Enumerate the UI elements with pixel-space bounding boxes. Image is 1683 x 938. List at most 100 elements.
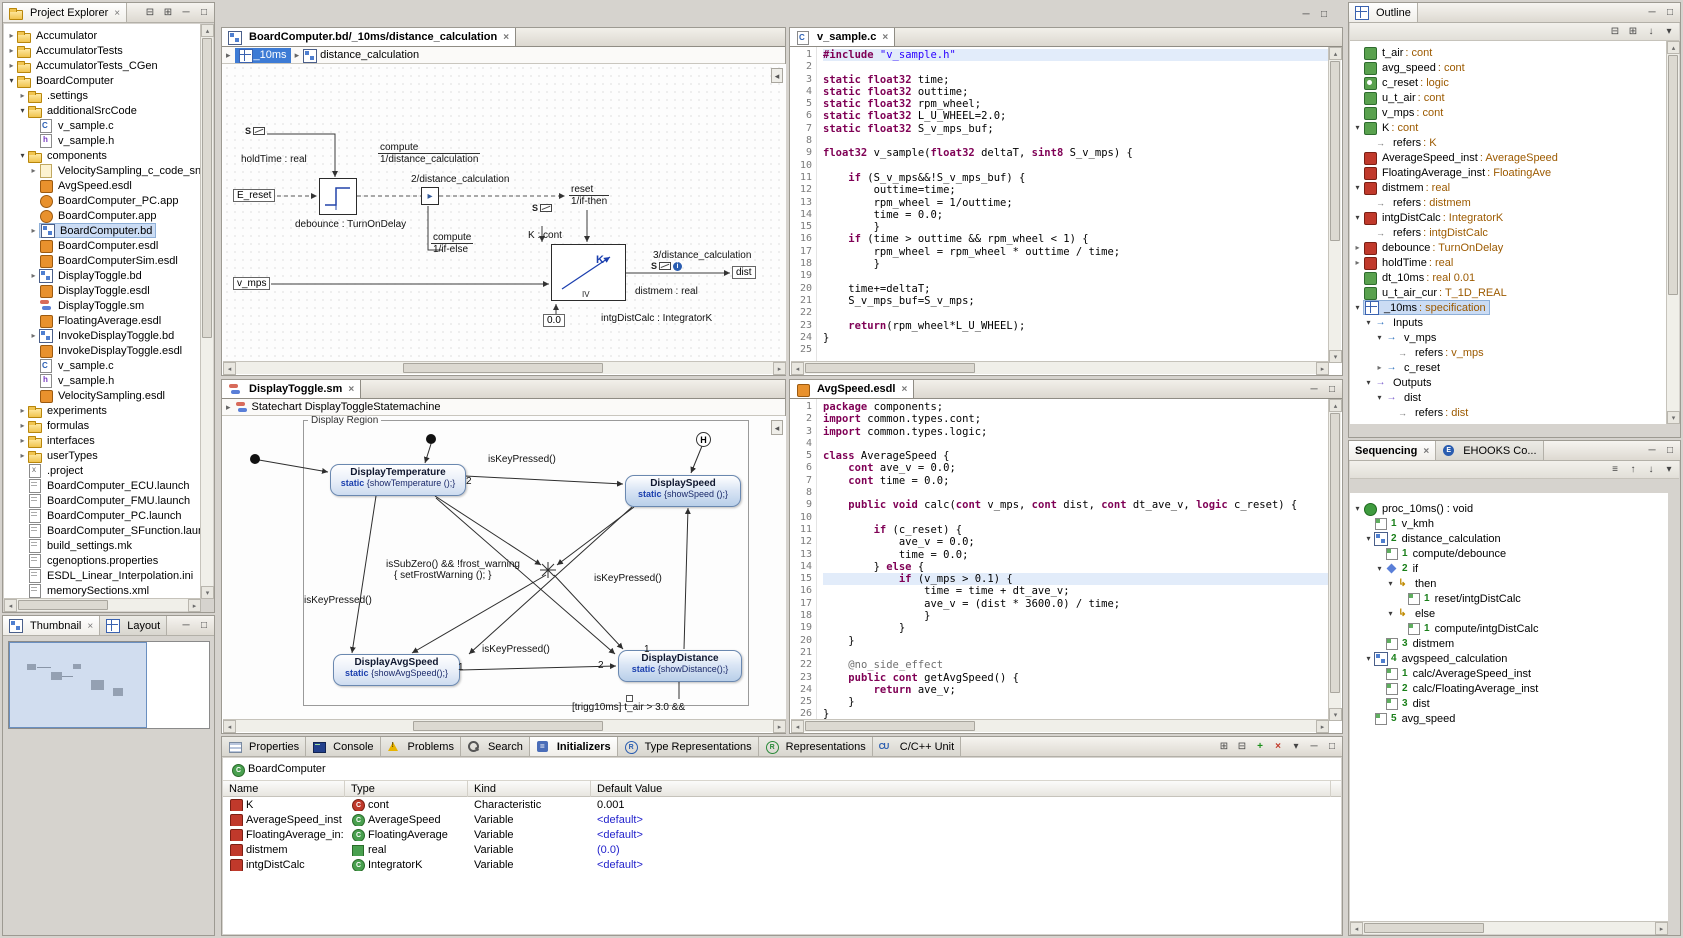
tab-console[interactable]: Console — [306, 737, 380, 756]
collapsed-arrow-icon[interactable]: ▸ — [28, 271, 39, 280]
scroll-up-icon[interactable] — [201, 24, 214, 37]
transition-label[interactable]: isKeyPressed() — [594, 573, 662, 584]
expanded-arrow-icon[interactable]: ▾ — [17, 151, 28, 160]
tree-item[interactable]: AverageSpeed_inst : AverageSpeed — [1350, 150, 1668, 165]
expanded-arrow-icon[interactable]: ▾ — [1385, 609, 1396, 618]
transition-label[interactable]: isKeyPressed() — [488, 454, 556, 465]
selection-handle[interactable] — [626, 695, 633, 702]
tree-item[interactable]: ▾4avgspeed_calculation — [1350, 651, 1668, 666]
tree-item[interactable]: DisplayToggle.esdl — [4, 283, 201, 298]
project-explorer-tree[interactable]: ▸Accumulator▸AccumulatorTests▸Accumulato… — [4, 24, 201, 599]
tab-thumbnail[interactable]: Thumbnail — [3, 616, 100, 635]
thumbnail-viewport[interactable] — [9, 642, 147, 728]
tab-avgspeed-esdl[interactable]: AvgSpeed.esdl — [790, 380, 914, 398]
tree-item[interactable]: ▸InvokeDisplayToggle.bd — [4, 328, 201, 343]
thumbnail-preview[interactable] — [8, 641, 210, 729]
minimize-icon[interactable] — [178, 5, 194, 20]
tree-item[interactable]: FloatingAverage.esdl — [4, 313, 201, 328]
scroll-right-icon[interactable] — [1316, 720, 1329, 733]
expanded-arrow-icon[interactable]: ▾ — [1385, 579, 1396, 588]
tree-item[interactable]: ▾dist — [1350, 390, 1668, 405]
collapse-all-icon[interactable] — [142, 5, 158, 20]
tab-ehooks[interactable]: EHOOKS Co... — [1436, 441, 1543, 460]
tree-item[interactable]: cgenoptions.properties — [4, 553, 201, 568]
tree-item[interactable]: 1compute/intgDistCalc — [1350, 621, 1668, 636]
tree-item[interactable]: ▸userTypes — [4, 448, 201, 463]
esdl-hscrollbar[interactable] — [791, 719, 1329, 732]
outline-vscrollbar[interactable] — [1666, 41, 1679, 424]
breadcrumb-toggle-icon[interactable] — [226, 401, 231, 413]
maximize-icon[interactable] — [196, 5, 212, 20]
tree-item[interactable]: refers : intgDistCalc — [1350, 225, 1668, 240]
tree-item[interactable]: DisplayToggle.sm — [4, 298, 201, 313]
tree-item[interactable]: avg_speed : cont — [1350, 60, 1668, 75]
diagram-hscrollbar[interactable] — [223, 361, 786, 374]
tab-display-toggle-sm[interactable]: DisplayToggle.sm — [222, 380, 361, 398]
expanded-arrow-icon[interactable]: ▾ — [6, 76, 17, 85]
close-icon[interactable] — [901, 383, 907, 395]
tree-item[interactable]: InvokeDisplayToggle.esdl — [4, 343, 201, 358]
tree-item[interactable]: 1reset/intgDistCalc — [1350, 591, 1668, 606]
esdl-vscrollbar[interactable] — [1328, 399, 1341, 721]
sort-icon[interactable] — [1643, 24, 1659, 39]
sequence-2-label[interactable]: 2/distance_calculation — [411, 174, 509, 185]
scrollbar-thumb[interactable] — [805, 721, 975, 731]
palette-flyout-icon[interactable] — [771, 420, 783, 435]
scroll-right-icon[interactable] — [1655, 922, 1668, 935]
scroll-down-icon[interactable] — [1329, 708, 1342, 721]
scroll-right-icon[interactable] — [188, 599, 201, 612]
project-explorer-vscrollbar[interactable] — [200, 24, 213, 599]
tree-item[interactable]: ▸debounce : TurnOnDelay — [1350, 240, 1668, 255]
tree-item[interactable]: v_mps : cont — [1350, 105, 1668, 120]
tree-item[interactable]: ▸holdTime : real — [1350, 255, 1668, 270]
tree-item[interactable]: ▸AccumulatorTests_CGen — [4, 58, 201, 73]
palette-flyout-icon[interactable] — [771, 68, 783, 83]
expanded-arrow-icon[interactable]: ▾ — [1363, 378, 1374, 387]
tree-item[interactable]: ▾additionalSrcCode — [4, 103, 201, 118]
sequence-3-label[interactable]: 3/distance_calculation — [653, 250, 751, 261]
e-reset-port[interactable]: E_reset — [233, 189, 275, 202]
scroll-left-icon[interactable] — [223, 720, 236, 733]
expanded-arrow-icon[interactable]: ▾ — [1374, 333, 1385, 342]
tree-item[interactable]: ▾2if — [1350, 561, 1668, 576]
scroll-down-icon[interactable] — [1329, 350, 1342, 363]
tree-item[interactable]: AvgSpeed.esdl — [4, 178, 201, 193]
scroll-up-icon[interactable] — [1329, 47, 1342, 60]
expanded-arrow-icon[interactable]: ▾ — [1363, 318, 1374, 327]
initial-state-dot[interactable] — [250, 454, 260, 464]
tab-problems[interactable]: Problems — [381, 737, 461, 756]
dist-port[interactable]: dist — [732, 266, 756, 279]
scrollbar-thumb[interactable] — [805, 363, 975, 373]
maximize-icon[interactable] — [1316, 7, 1332, 22]
tree-item[interactable]: ▾then — [1350, 576, 1668, 591]
collapsed-arrow-icon[interactable]: ▸ — [1352, 243, 1363, 252]
tree-item[interactable]: 3distmem — [1350, 636, 1668, 651]
link-with-editor-icon[interactable] — [160, 5, 176, 20]
column-header-type[interactable]: Type — [345, 780, 468, 797]
collapsed-arrow-icon[interactable]: ▸ — [17, 421, 28, 430]
close-icon[interactable] — [114, 7, 120, 19]
tree-item[interactable]: ▾2distance_calculation — [1350, 531, 1668, 546]
tree-item[interactable]: ▾intgDistCalc : IntegratorK — [1350, 210, 1668, 225]
maximize-icon[interactable] — [1324, 739, 1340, 754]
collapsed-arrow-icon[interactable]: ▸ — [17, 91, 28, 100]
k-const-label[interactable]: K : cont — [528, 230, 562, 241]
compute-call-label[interactable]: compute 1/distance_calculation — [378, 142, 480, 165]
collapse-all-icon[interactable] — [1607, 24, 1623, 39]
scrollbar-thumb[interactable] — [1330, 61, 1340, 241]
compute-ifelse-label[interactable]: compute 1/if-else — [431, 232, 473, 255]
breadcrumb-toggle-icon[interactable] — [226, 49, 231, 61]
tree-item[interactable]: ▸BoardComputer.bd — [4, 223, 201, 238]
tree-item[interactable]: ▸VelocitySampling_c_code_snip — [4, 163, 201, 178]
tree-item[interactable]: ▾BoardComputer — [4, 73, 201, 88]
tree-item[interactable]: BoardComputer.esdl — [4, 238, 201, 253]
tree-item[interactable]: VelocitySampling.esdl — [4, 388, 201, 403]
tree-item[interactable]: 1compute/debounce — [1350, 546, 1668, 561]
transition-guard-label[interactable]: isSubZero() && !frost_warning — [386, 559, 520, 570]
tab-v-sample-c[interactable]: v_sample.c — [790, 28, 895, 46]
expanded-arrow-icon[interactable]: ▾ — [1352, 303, 1363, 312]
transition-action-label[interactable]: { setFrostWarning (); } — [394, 570, 491, 581]
collapsed-arrow-icon[interactable]: ▸ — [28, 226, 39, 235]
column-header-name[interactable]: Name — [223, 780, 345, 797]
tree-item[interactable]: dt_10ms : real 0.01 — [1350, 270, 1668, 285]
